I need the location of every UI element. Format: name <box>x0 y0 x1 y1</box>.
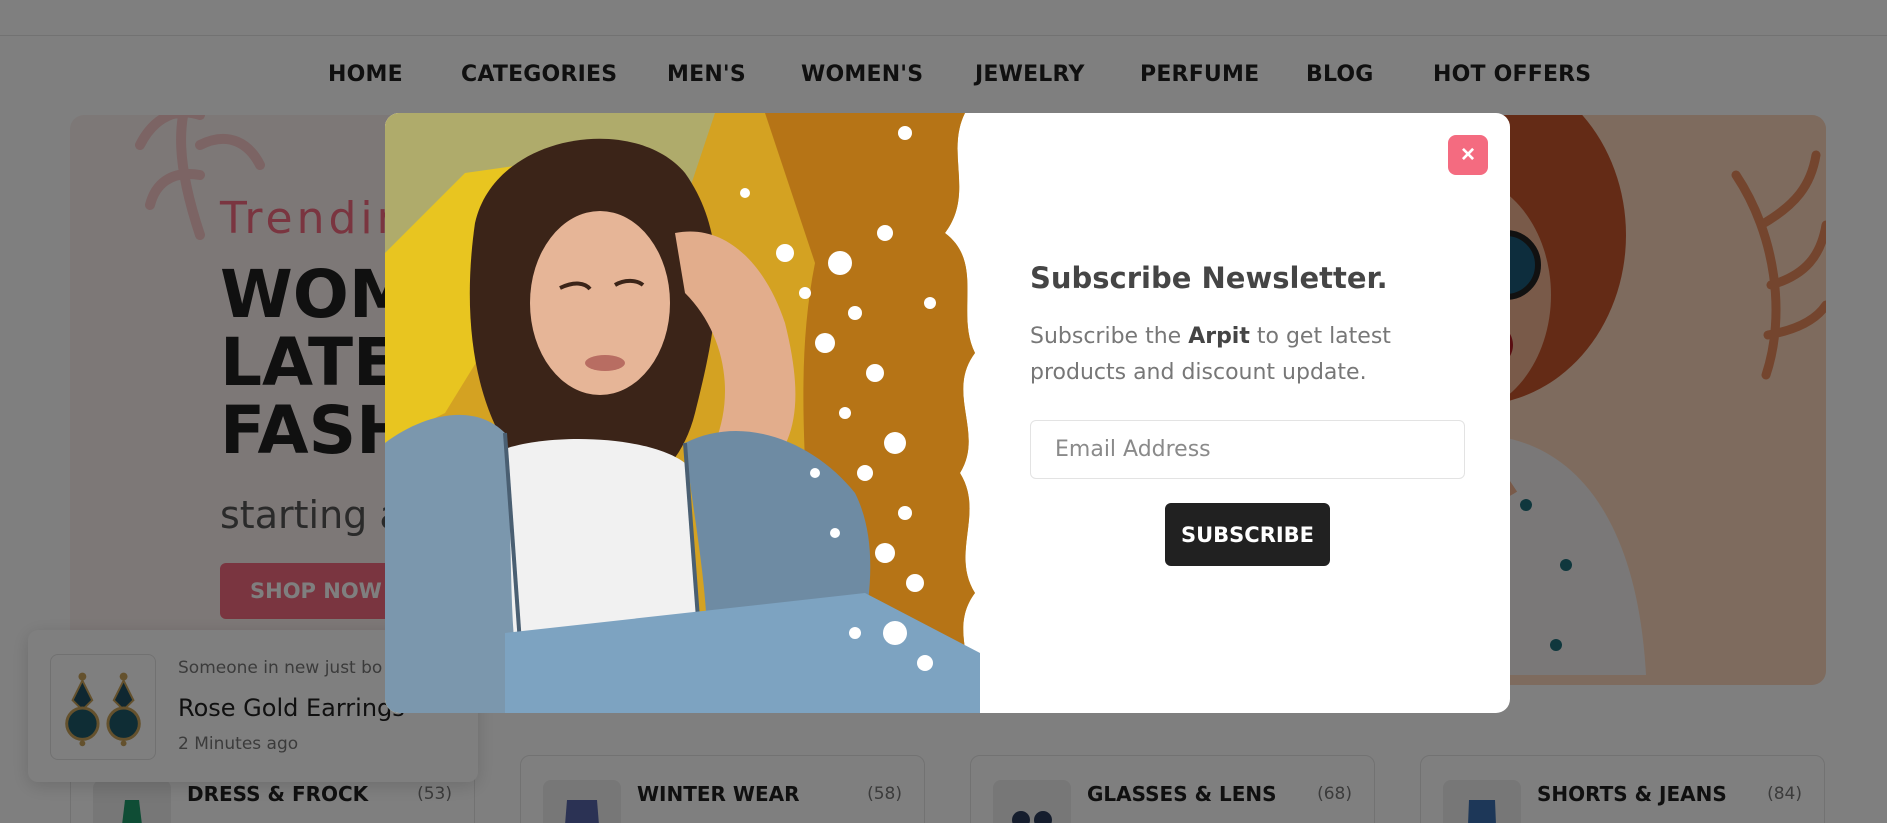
close-icon: × <box>1460 141 1475 168</box>
close-modal-button[interactable]: × <box>1448 135 1488 175</box>
email-input[interactable] <box>1030 420 1465 479</box>
newsletter-description: Subscribe the Arpit to get latest produc… <box>1030 319 1450 391</box>
newsletter-title: Subscribe Newsletter. <box>1030 261 1388 295</box>
brand-name: Arpit <box>1188 324 1250 349</box>
description-text: Subscribe the <box>1030 324 1189 349</box>
newsletter-modal: × Subscribe Newsletter. Subscribe the Ar… <box>385 113 1510 713</box>
subscribe-button[interactable]: SUBSCRIBE <box>1165 503 1330 566</box>
newsletter-model-image <box>385 113 980 713</box>
